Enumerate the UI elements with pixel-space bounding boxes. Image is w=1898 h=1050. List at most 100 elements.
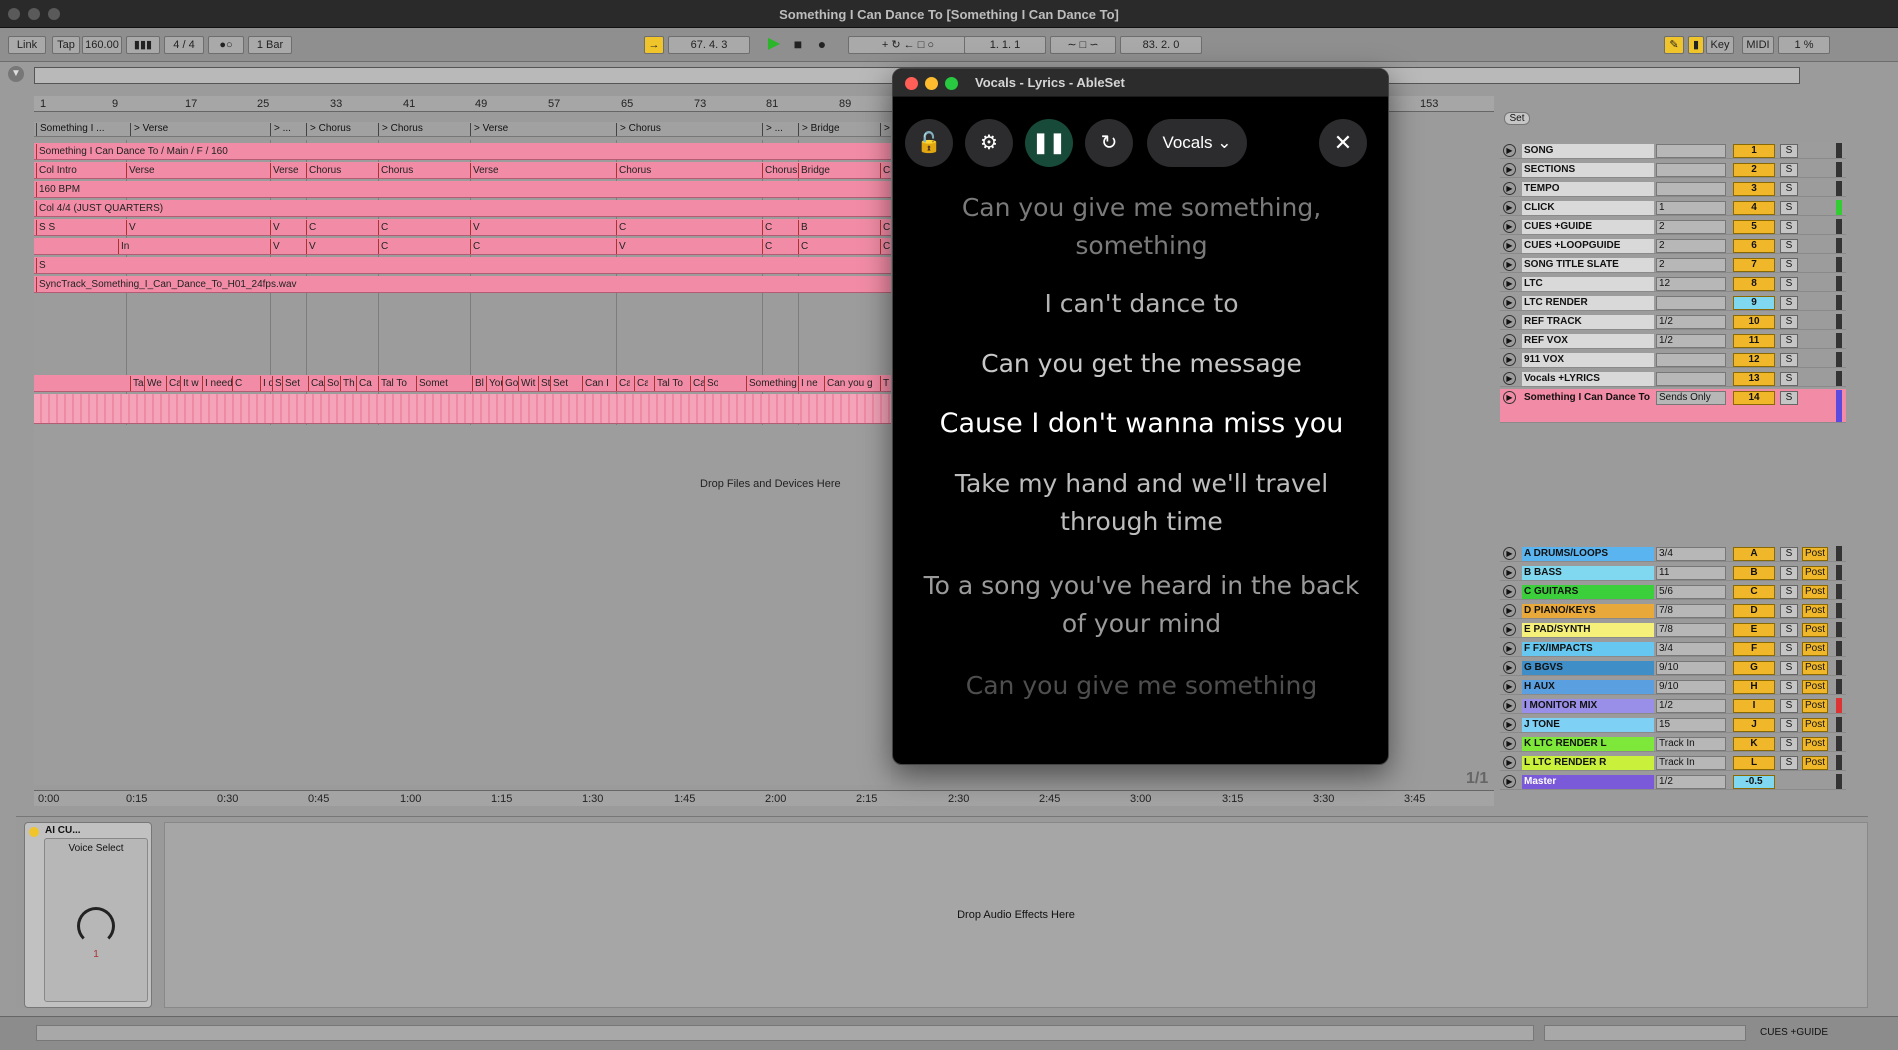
- clip[interactable]: V: [270, 239, 306, 254]
- track-activator[interactable]: 12: [1733, 353, 1775, 367]
- solo-button[interactable]: S: [1780, 737, 1798, 751]
- track-activator[interactable]: 3: [1733, 182, 1775, 196]
- track-activator[interactable]: C: [1733, 585, 1775, 599]
- clip[interactable]: C: [378, 220, 470, 235]
- clip[interactable]: Chorus: [762, 163, 798, 178]
- lyric-clip[interactable]: Something: [746, 376, 798, 391]
- lyric-line-current[interactable]: Cause I don't wanna miss you: [913, 405, 1370, 443]
- post-button[interactable]: Post: [1802, 699, 1828, 713]
- track-name[interactable]: CLICK: [1522, 201, 1654, 215]
- key-map-button[interactable]: Key: [1706, 36, 1734, 54]
- track-name[interactable]: Master: [1522, 775, 1654, 789]
- track-activator[interactable]: 2: [1733, 163, 1775, 177]
- track-fold-icon[interactable]: ▶: [1503, 718, 1516, 731]
- maximize-window-button[interactable]: [945, 77, 958, 90]
- lyric-line[interactable]: Take my hand and we'll travel through ti…: [913, 465, 1370, 541]
- close-icon[interactable]: ✕: [1319, 119, 1367, 167]
- lyric-line[interactable]: Can you give me something: [913, 667, 1370, 705]
- clip[interactable]: S: [36, 258, 66, 273]
- post-button[interactable]: Post: [1802, 566, 1828, 580]
- track-row[interactable]: ▶ CLICK 1 4 S: [1500, 199, 1846, 216]
- solo-button[interactable]: S: [1780, 566, 1798, 580]
- post-button[interactable]: Post: [1802, 718, 1828, 732]
- track-row[interactable]: ▶ CUES +LOOPGUIDE 2 6 S: [1500, 237, 1846, 254]
- lyric-clip[interactable]: Sc: [272, 376, 282, 391]
- track-lane-cues-loopguide[interactable]: In V V C C V C C C: [34, 238, 891, 255]
- return-track-row[interactable]: ▶ A DRUMS/LOOPS 3/4 A S Post: [1500, 545, 1846, 562]
- clip[interactable]: 160 BPM: [36, 182, 236, 197]
- track-name[interactable]: D PIANO/KEYS: [1522, 604, 1654, 618]
- post-button[interactable]: Post: [1802, 661, 1828, 675]
- track-io[interactable]: 3/4: [1656, 547, 1726, 561]
- track-name[interactable]: C GUITARS: [1522, 585, 1654, 599]
- lyric-clip[interactable]: Set: [282, 376, 304, 391]
- locator[interactable]: Something I ...: [36, 123, 130, 136]
- lyric-clip[interactable]: So: [324, 376, 340, 391]
- track-name[interactable]: H AUX: [1522, 680, 1654, 694]
- clip[interactable]: Col 4/4 (JUST QUARTERS): [36, 201, 336, 216]
- locator[interactable]: > Chorus: [306, 123, 378, 136]
- post-button[interactable]: Post: [1802, 680, 1828, 694]
- overview-toggle-icon[interactable]: ▼: [8, 66, 24, 82]
- post-button[interactable]: Post: [1802, 737, 1828, 751]
- track-io[interactable]: 2: [1656, 220, 1726, 234]
- tap-button[interactable]: Tap: [52, 36, 80, 54]
- clip[interactable]: C: [616, 220, 762, 235]
- track-fold-icon[interactable]: ▶: [1503, 334, 1516, 347]
- track-activator[interactable]: D: [1733, 604, 1775, 618]
- master-volume[interactable]: -0.5: [1733, 775, 1775, 789]
- track-io[interactable]: [1656, 182, 1726, 196]
- clip[interactable]: Chorus: [616, 163, 762, 178]
- track-fold-icon[interactable]: ▶: [1503, 277, 1516, 290]
- track-fold-icon[interactable]: ▶: [1503, 201, 1516, 214]
- lyric-clip[interactable]: C: [232, 376, 244, 391]
- draw-mode-icon[interactable]: ∼ □ ∽: [1050, 36, 1116, 54]
- return-track-row[interactable]: ▶ H AUX 9/10 H S Post: [1500, 678, 1846, 695]
- solo-button[interactable]: S: [1780, 623, 1798, 637]
- lyric-clip[interactable]: We: [144, 376, 166, 391]
- solo-button[interactable]: S: [1780, 372, 1798, 386]
- track-io[interactable]: Sends Only: [1656, 391, 1726, 405]
- track-fold-icon[interactable]: ▶: [1503, 163, 1516, 176]
- solo-button[interactable]: S: [1780, 353, 1798, 367]
- voice-select-knob[interactable]: [77, 907, 115, 945]
- track-lane-ltc[interactable]: SyncTrack_Something_I_Can_Dance_To_H01_2…: [34, 276, 891, 293]
- track-fold-icon[interactable]: ▶: [1503, 737, 1516, 750]
- clip[interactable]: V: [470, 220, 616, 235]
- track-io[interactable]: 9/10: [1656, 680, 1726, 694]
- minimize-window-button[interactable]: [925, 77, 938, 90]
- clip[interactable]: C: [378, 239, 470, 254]
- solo-button[interactable]: S: [1780, 315, 1798, 329]
- track-fold-icon[interactable]: ▶: [1503, 258, 1516, 271]
- lyric-clip[interactable]: Bl: [472, 376, 486, 391]
- solo-button[interactable]: S: [1780, 642, 1798, 656]
- solo-button[interactable]: S: [1780, 661, 1798, 675]
- clip[interactable]: V: [126, 220, 270, 235]
- track-activator[interactable]: 13: [1733, 372, 1775, 386]
- clip[interactable]: V: [306, 239, 378, 254]
- return-track-row[interactable]: ▶ B BASS 11 B S Post: [1500, 564, 1846, 581]
- audio-effects-drop-area[interactable]: Drop Audio Effects Here: [164, 822, 1868, 1008]
- lyric-clip[interactable]: Th: [340, 376, 356, 391]
- solo-button[interactable]: S: [1780, 680, 1798, 694]
- track-activator[interactable]: A: [1733, 547, 1775, 561]
- clip[interactable]: SyncTrack_Something_I_Can_Dance_To_H01_2…: [36, 277, 636, 292]
- track-row[interactable]: ▶ CUES +GUIDE 2 5 S: [1500, 218, 1846, 235]
- close-window-button[interactable]: [905, 77, 918, 90]
- lyric-clip[interactable]: Wit: [518, 376, 538, 391]
- post-button[interactable]: Post: [1802, 585, 1828, 599]
- track-activator[interactable]: 11: [1733, 334, 1775, 348]
- return-track-row[interactable]: ▶ E PAD/SYNTH 7/8 E S Post: [1500, 621, 1846, 638]
- track-name[interactable]: K LTC RENDER L: [1522, 737, 1654, 751]
- loop-start-field[interactable]: 1. 1. 1: [964, 36, 1046, 54]
- clip[interactable]: V: [616, 239, 762, 254]
- track-row[interactable]: ▶ SONG TITLE SLATE 2 7 S: [1500, 256, 1846, 273]
- track-row-main[interactable]: ▶ Something I Can Dance To Sends Only 14 S: [1500, 389, 1846, 423]
- track-row[interactable]: ▶ 911 VOX 12 S: [1500, 351, 1846, 368]
- return-track-row[interactable]: ▶ J TONE 15 J S Post: [1500, 716, 1846, 733]
- track-activator[interactable]: J: [1733, 718, 1775, 732]
- time-ruler[interactable]: 0:00 0:15 0:30 0:45 1:00 1:15 1:30 1:45 …: [34, 790, 1494, 806]
- track-io[interactable]: Track In: [1656, 756, 1726, 770]
- clip[interactable]: C: [306, 220, 378, 235]
- track-name[interactable]: Vocals +LYRICS: [1522, 372, 1654, 386]
